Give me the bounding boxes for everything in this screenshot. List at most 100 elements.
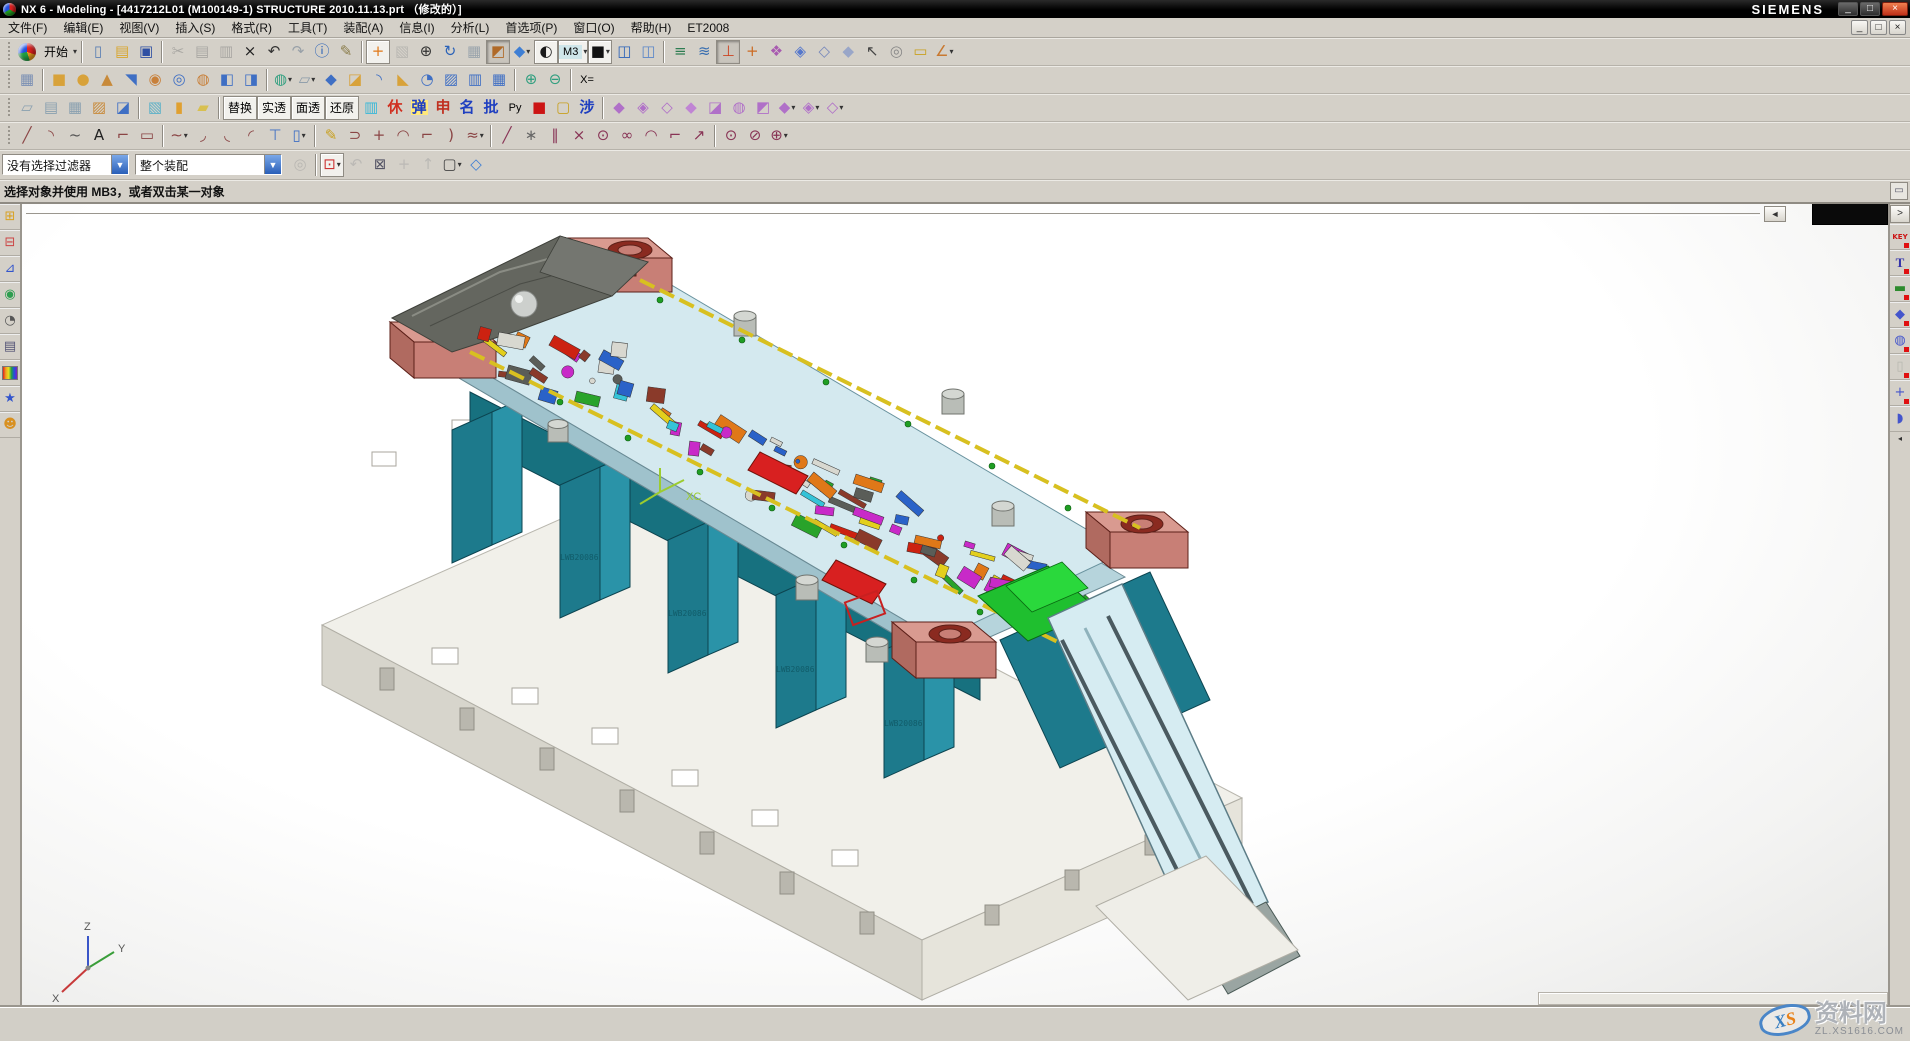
wave-region-button[interactable]: ◍ bbox=[727, 96, 751, 120]
snapshot-button[interactable]: ◎ bbox=[884, 40, 908, 64]
chevron-down-icon[interactable]: ▾ bbox=[583, 47, 587, 56]
cone-button[interactable]: ▲ bbox=[95, 68, 119, 92]
toolbar-grip[interactable] bbox=[7, 70, 12, 90]
render-style-button[interactable]: ◐ bbox=[534, 40, 558, 64]
chevron-down-icon[interactable]: ▾ bbox=[458, 160, 462, 169]
point-set-button[interactable]: ∗ bbox=[519, 124, 543, 148]
spring-tool-button[interactable]: 弹 bbox=[407, 96, 431, 120]
menu-edit[interactable]: 编辑(E) bbox=[55, 17, 111, 38]
chevron-down-icon[interactable]: ▾ bbox=[288, 75, 292, 84]
shell-button[interactable]: ◔ bbox=[415, 68, 439, 92]
tab-palettes[interactable] bbox=[0, 360, 20, 386]
arc-button[interactable]: ◝ bbox=[39, 124, 63, 148]
open-button[interactable]: ▤ bbox=[110, 40, 134, 64]
circle-diameter-button[interactable]: ⊘ bbox=[743, 124, 767, 148]
chevron-down-icon[interactable]: ▾ bbox=[839, 103, 843, 112]
snap-point-button[interactable]: ⊡▾ bbox=[320, 153, 344, 177]
tab-reuse-plate[interactable]: ◍ bbox=[1890, 328, 1910, 354]
menu-insert[interactable]: 插入(S) bbox=[167, 17, 223, 38]
studio-spline-button[interactable]: ∼▾ bbox=[167, 124, 191, 148]
tab-assembly-navigator[interactable]: ⊞ bbox=[0, 204, 20, 230]
reflection-select[interactable]: M3▾ bbox=[558, 40, 588, 64]
chevron-down-icon[interactable]: ▾ bbox=[302, 131, 306, 140]
chevron-down-icon[interactable]: ▾ bbox=[73, 47, 77, 56]
layer-settings-button[interactable]: ≡ bbox=[668, 40, 692, 64]
sketch-button[interactable]: ▦ bbox=[15, 68, 39, 92]
datum-point-button[interactable]: ◍▾ bbox=[271, 68, 295, 92]
face-display-button[interactable]: ▥ bbox=[359, 96, 383, 120]
marquee-select-button[interactable]: ▢▾ bbox=[440, 153, 464, 177]
edge-blend-button[interactable]: ◝ bbox=[367, 68, 391, 92]
suppress-button[interactable]: 休 bbox=[383, 96, 407, 120]
arc-corner-button[interactable]: ◠ bbox=[639, 124, 663, 148]
subtract-button[interactable]: ◪ bbox=[343, 68, 367, 92]
tab-roles[interactable]: ☻ bbox=[0, 412, 20, 438]
wcs-dynamics-button[interactable]: + bbox=[740, 40, 764, 64]
chevron-down-icon[interactable]: ▾ bbox=[337, 160, 341, 169]
circle-radius-button[interactable]: ⊕▾ bbox=[767, 124, 791, 148]
restore-button[interactable]: □ bbox=[1860, 2, 1880, 16]
boss-button[interactable]: ◍ bbox=[191, 68, 215, 92]
shaded-selection-button[interactable]: ◇ bbox=[464, 153, 488, 177]
trim-body-button[interactable]: ▨ bbox=[439, 68, 463, 92]
face-translucency-button[interactable]: 面透 bbox=[291, 96, 325, 120]
fit-view-button[interactable]: + bbox=[366, 40, 390, 64]
n-sided-surface-button[interactable]: ▧ bbox=[143, 96, 167, 120]
tab-history[interactable]: ◔ bbox=[0, 308, 20, 334]
clip-work-section-button[interactable]: ◫ bbox=[636, 40, 660, 64]
scroll-left-button[interactable]: ◄ bbox=[1764, 206, 1786, 222]
menu-et2008[interactable]: ET2008 bbox=[679, 19, 737, 37]
red-block-tool-button[interactable]: ■ bbox=[527, 96, 551, 120]
intersection-point-button[interactable]: + bbox=[367, 124, 391, 148]
wave-curve-button[interactable]: ◇ bbox=[655, 96, 679, 120]
revolve-button[interactable]: ◉ bbox=[143, 68, 167, 92]
mdi-close-button[interactable]: × bbox=[1889, 20, 1906, 35]
wave-body-button[interactable]: ◩ bbox=[751, 96, 775, 120]
menu-preferences[interactable]: 首选项(P) bbox=[497, 17, 565, 38]
chevron-down-icon[interactable]: ▾ bbox=[184, 131, 188, 140]
swept-button[interactable]: ▨ bbox=[87, 96, 111, 120]
save-button[interactable]: ▣ bbox=[134, 40, 158, 64]
resource-bar-expand-button[interactable]: > bbox=[1890, 205, 1910, 223]
promote-body-button[interactable]: ◈▾ bbox=[799, 96, 823, 120]
tab-reuse-green-block[interactable]: ▬ bbox=[1890, 276, 1910, 302]
tab-reuse-shaft[interactable]: + bbox=[1890, 380, 1910, 406]
chevron-down-icon[interactable]: ▾ bbox=[950, 47, 954, 56]
tab-constraint-navigator[interactable]: ⊟ bbox=[0, 230, 20, 256]
instance-feature-button[interactable]: ▦ bbox=[487, 68, 511, 92]
immediate-hide-button[interactable]: ◇ bbox=[812, 40, 836, 64]
two-circle-button[interactable]: ∞ bbox=[615, 124, 639, 148]
project-curve-button[interactable]: ⊤ bbox=[263, 124, 287, 148]
journal-button[interactable]: ✎ bbox=[334, 40, 358, 64]
shaded-view-button[interactable]: ◆▾ bbox=[510, 40, 534, 64]
interference-button[interactable]: 涉 bbox=[575, 96, 599, 120]
info-cursor-button[interactable]: ⓘ bbox=[310, 40, 334, 64]
restore-button[interactable]: 还原 bbox=[325, 96, 359, 120]
selection-scope-combo[interactable]: 整个装配 ▼ bbox=[135, 154, 282, 175]
unite-target-button[interactable]: ⊕ bbox=[519, 68, 543, 92]
chevron-down-icon[interactable]: ▼ bbox=[264, 155, 281, 174]
menu-file[interactable]: 文件(F) bbox=[0, 17, 55, 38]
fillet-curve-button[interactable]: ◠ bbox=[391, 124, 415, 148]
circle-point-button[interactable]: ⊙ bbox=[591, 124, 615, 148]
tab-visualization[interactable]: ★ bbox=[0, 386, 20, 412]
yellow-block-tool-button[interactable]: ▢ bbox=[551, 96, 575, 120]
linked-mirror-button[interactable]: ◇▾ bbox=[823, 96, 847, 120]
cross-line-button[interactable]: × bbox=[567, 124, 591, 148]
chevron-down-icon[interactable]: ▾ bbox=[311, 75, 315, 84]
pan-view-button[interactable]: ▦ bbox=[462, 40, 486, 64]
batch-button[interactable]: 批 bbox=[479, 96, 503, 120]
offset-surface-button[interactable]: ▮ bbox=[167, 96, 191, 120]
menu-window[interactable]: 窗口(O) bbox=[565, 17, 622, 38]
layer-visible-in-view-button[interactable]: ≋ bbox=[692, 40, 716, 64]
ruled-surface-button[interactable]: ▱ bbox=[15, 96, 39, 120]
through-curve-mesh-button[interactable]: ▦ bbox=[63, 96, 87, 120]
naming-button[interactable]: 名 bbox=[455, 96, 479, 120]
chevron-down-icon[interactable]: ▾ bbox=[480, 131, 484, 140]
tab-internet-explorer[interactable]: ◉ bbox=[0, 282, 20, 308]
replace-button[interactable]: 替换 bbox=[223, 96, 257, 120]
join-curve-button[interactable]: ⊃ bbox=[343, 124, 367, 148]
toolbar-grip[interactable] bbox=[7, 98, 12, 118]
selection-filter-combo[interactable]: 没有选择过滤器 ▼ bbox=[2, 154, 129, 175]
chevron-down-icon[interactable]: ▾ bbox=[815, 103, 819, 112]
